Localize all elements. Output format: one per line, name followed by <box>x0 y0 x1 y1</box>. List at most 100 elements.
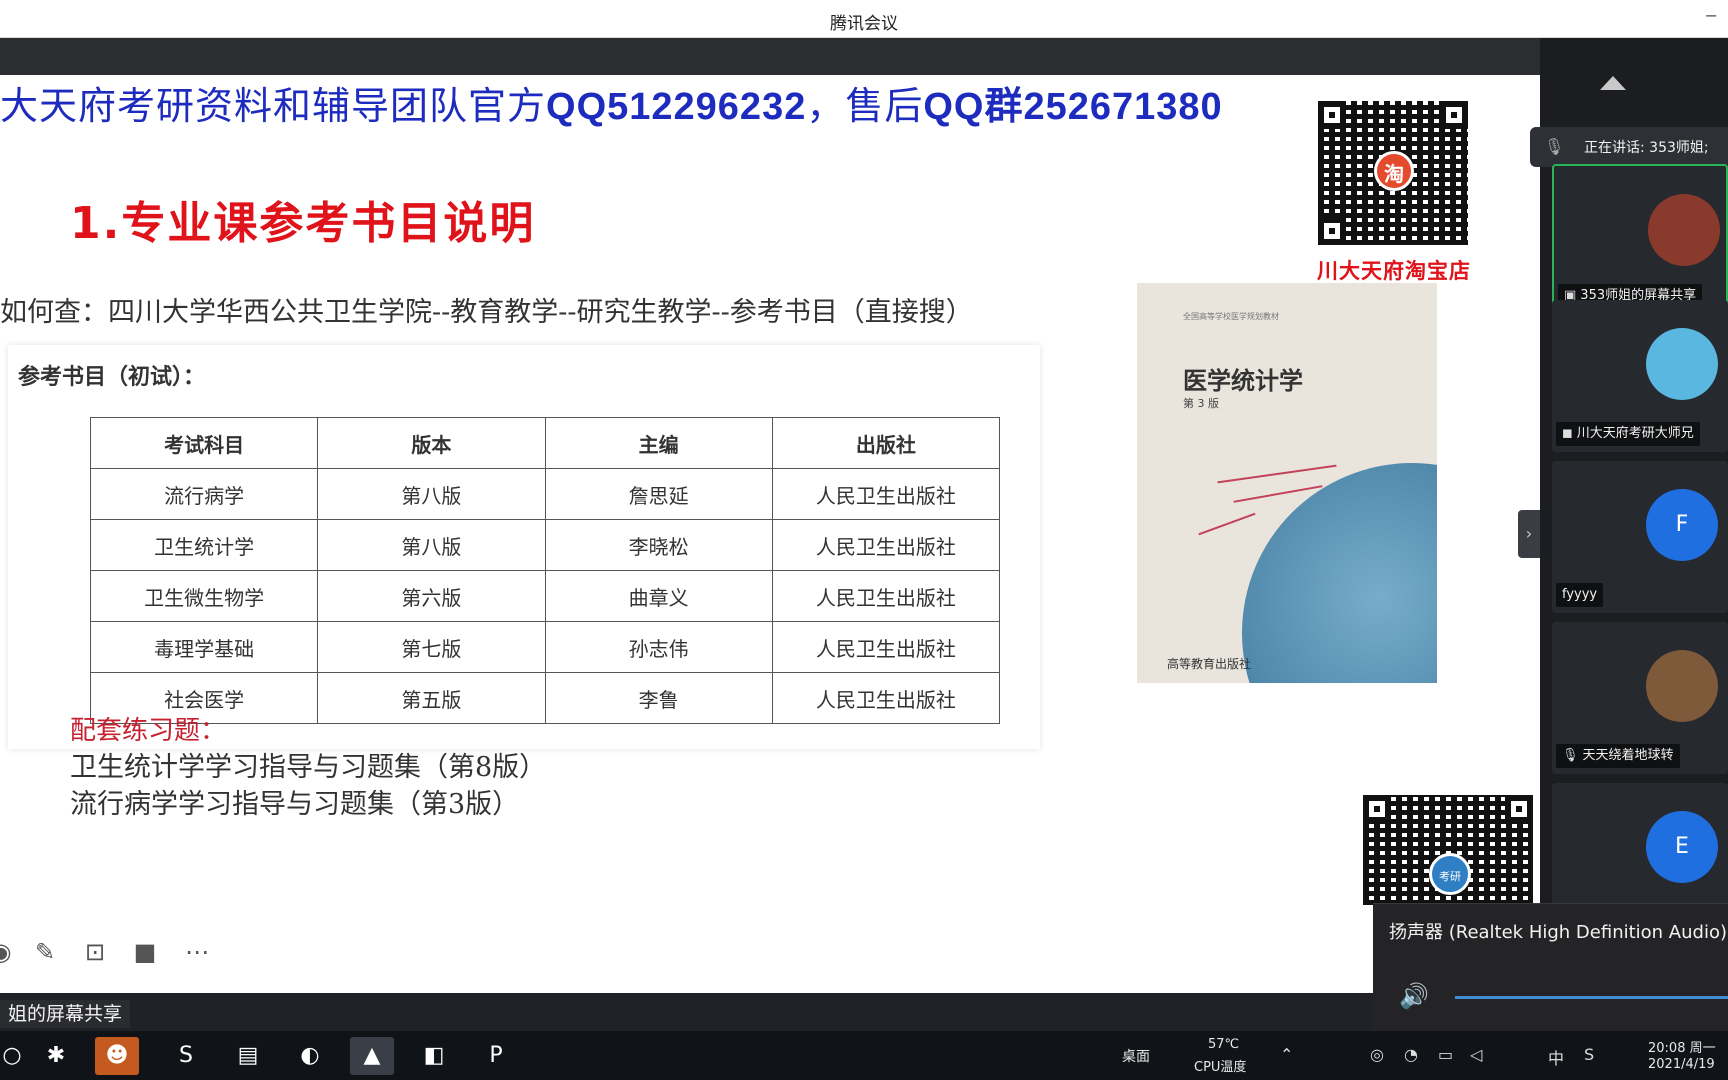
practice-item: 流行病学学习指导与习题集（第3版） <box>70 789 520 820</box>
table-cell: 李鲁 <box>544 672 773 724</box>
sogou-browser-icon[interactable]: S <box>164 1037 208 1075</box>
speaking-text: 正在讲话: 353师姐; <box>1584 140 1709 156</box>
slide-annotation-toolbar: ◉ ✎ ⊡ ■ ⋯ <box>0 937 230 977</box>
handwriting-mark <box>1198 512 1256 536</box>
avatar: F <box>1646 489 1718 561</box>
wechat-icon[interactable]: ◐ <box>288 1037 332 1075</box>
participant-tile[interactable]: 🎙 天天绕着地球转 <box>1552 622 1728 774</box>
volume-slider[interactable] <box>1455 996 1728 999</box>
table-cell: 詹思延 <box>544 468 773 520</box>
table-cell: 人民卫生出版社 <box>771 468 1001 520</box>
tray-app-icon[interactable]: ◎ <box>1370 1045 1384 1064</box>
participant-name: ◼ 川大天府考研大师兄 <box>1556 422 1700 446</box>
table-cell: 流行病学 <box>89 468 319 520</box>
table-cell: 第六版 <box>317 570 546 622</box>
powerpoint-icon[interactable]: P <box>474 1037 518 1075</box>
practice-heading: 配套练习题： <box>70 716 227 746</box>
column-header: 考试科目 <box>89 417 319 469</box>
table-cell: 第五版 <box>317 672 546 724</box>
taobao-label: 川大天府淘宝店 <box>1317 259 1471 283</box>
user-icon: ◼ <box>1562 426 1573 441</box>
volume-icon[interactable]: ◁ <box>1470 1045 1482 1064</box>
screen-share-label: 姐的屏幕共享 <box>0 1000 131 1028</box>
qq-icon[interactable]: ☻ <box>95 1037 139 1075</box>
book-series: 全国高等学校医学规划教材 <box>1183 312 1279 321</box>
table-row: 流行病学 第八版 詹思延 人民卫生出版社 <box>89 468 1001 520</box>
table-row: 卫生微生物学 第六版 曲章义 人民卫生出版社 <box>89 570 1001 622</box>
search-icon[interactable]: ○ <box>0 1037 34 1075</box>
sogou-ime-icon[interactable]: S <box>1584 1045 1594 1064</box>
meeting-bottom-strip <box>0 993 1540 1031</box>
screenshot-icon[interactable]: ⊡ <box>80 937 110 967</box>
avatar <box>1648 194 1720 266</box>
book-publisher: 高等教育出版社 <box>1167 657 1252 671</box>
reference-books-table: 考试科目 版本 主编 出版社 流行病学 第八版 詹思延 人民卫生出版社 卫生统计… <box>89 417 1001 724</box>
table-cell: 第八版 <box>317 519 546 571</box>
qr-finder <box>1440 101 1468 129</box>
shared-slide: 大天府考研资料和辅导团队官方QQ512296232，售后QQ群252671380… <box>0 75 1540 993</box>
table-cell: 卫生统计学 <box>89 519 319 571</box>
cpu-temp-label: CPU温度 <box>1194 1060 1247 1075</box>
column-header: 出版社 <box>771 417 1001 469</box>
pointer-icon[interactable]: ◉ <box>0 937 16 967</box>
window-titlebar: 腾讯会议 − <box>0 0 1728 38</box>
qr-finder <box>1363 795 1391 823</box>
participant-tile[interactable]: ◼ 川大天府考研大师兄 <box>1552 300 1728 452</box>
table-row: 毒理学基础 第七版 孙志伟 人民卫生出版社 <box>89 621 1001 673</box>
ime-indicator[interactable]: 中 <box>1548 1045 1564 1069</box>
speaker-volume-popup: 扬声器 (Realtek High Definition Audio) 🔊 <box>1373 903 1728 1031</box>
tencent-meeting-icon[interactable]: ▲ <box>350 1037 394 1075</box>
network-icon[interactable]: ◔ <box>1404 1045 1418 1064</box>
speaker-device-name: 扬声器 (Realtek High Definition Audio) <box>1389 922 1727 943</box>
practice-item: 卫生统计学学习指导与习题集（第8版） <box>70 752 547 783</box>
clock-date[interactable]: 2021/4/19 <box>1648 1057 1715 1072</box>
kaoyan-logo: 考研 <box>1429 853 1471 895</box>
battery-icon[interactable]: ▭ <box>1438 1045 1453 1064</box>
howto-text: 如何查：四川大学华西公共卫生学院--教育教学--研究生教学--参考书目（直接搜） <box>0 297 973 328</box>
screen: 腾讯会议 − 大天府考研资料和辅导团队官方QQ512296232，售后QQ群25… <box>0 0 1728 1080</box>
mic-muted-icon: 🎙 <box>1562 748 1579 763</box>
taobao-qr-code: 淘 <box>1318 101 1468 245</box>
handwriting-mark <box>1217 464 1337 484</box>
table-row: 社会医学 第五版 李鲁 人民卫生出版社 <box>89 672 1001 724</box>
avatar: E <box>1646 811 1718 883</box>
book-cover-photo: 全国高等学校医学规划教材 医学统计学 第 3 版 高等教育出版社 <box>1137 283 1437 683</box>
table-cell: 第七版 <box>317 621 546 673</box>
tray-expand-icon[interactable]: ⌃ <box>1280 1045 1293 1064</box>
participant-name: 🎙 天天绕着地球转 <box>1556 744 1680 768</box>
table-header-row: 考试科目 版本 主编 出版社 <box>89 417 1001 469</box>
speaker-icon[interactable]: 🔊 <box>1399 982 1429 1010</box>
column-header: 主编 <box>544 417 773 469</box>
windows-taskbar: ○ ✱ ☻ S ▤ ◐ ▲ ◧ P 桌面 57℃ CPU温度 ⌃ ◎ ◔ ▭ ◁… <box>0 1031 1728 1080</box>
participant-tile[interactable]: ▣ 353师姐的屏幕共享 <box>1552 164 1728 316</box>
pen-icon[interactable]: ✎ <box>30 937 60 967</box>
banner-prefix: 大天府考研资料和辅导团队官方 <box>0 84 547 128</box>
qr-finder <box>1318 101 1346 129</box>
taobao-logo: 淘 <box>1374 151 1414 191</box>
scroll-up-icon[interactable] <box>1600 76 1626 90</box>
table-cell: 李晓松 <box>544 519 773 571</box>
participant-tile[interactable]: F fyyyy <box>1552 461 1728 613</box>
avatar <box>1646 328 1718 400</box>
collapse-panel-button[interactable]: › <box>1518 510 1540 558</box>
book-title: 医学统计学 <box>1183 367 1303 395</box>
participant-name: fyyyy <box>1556 583 1604 607</box>
avatar <box>1646 650 1718 722</box>
table-cell: 毒理学基础 <box>89 621 319 673</box>
file-explorer-icon[interactable]: ▤ <box>226 1037 270 1075</box>
more-icon[interactable]: ⋯ <box>182 937 212 967</box>
minimize-icon[interactable]: − <box>1705 6 1718 25</box>
table-cell: 孙志伟 <box>544 621 773 673</box>
desktop-toolbar-label[interactable]: 桌面 <box>1122 1046 1150 1066</box>
start-icon[interactable]: ✱ <box>34 1037 78 1075</box>
speaking-indicator: 🎙 正在讲话: 353师姐; <box>1530 127 1728 167</box>
slide-banner: 大天府考研资料和辅导团队官方QQ512296232，售后QQ群252671380 <box>0 75 1300 130</box>
table-cell: 人民卫生出版社 <box>771 519 1001 571</box>
camera-icon[interactable]: ■ <box>130 937 160 967</box>
table-cell: 卫生微生物学 <box>89 570 319 622</box>
section-title: 1.专业课参考书目说明 <box>70 198 536 249</box>
clock-time[interactable]: 20:08 周一 <box>1648 1037 1716 1056</box>
table-row: 卫生统计学 第八版 李晓松 人民卫生出版社 <box>89 519 1001 571</box>
office-icon[interactable]: ◧ <box>412 1037 456 1075</box>
banner-group: QQ群252671380 <box>923 86 1223 128</box>
